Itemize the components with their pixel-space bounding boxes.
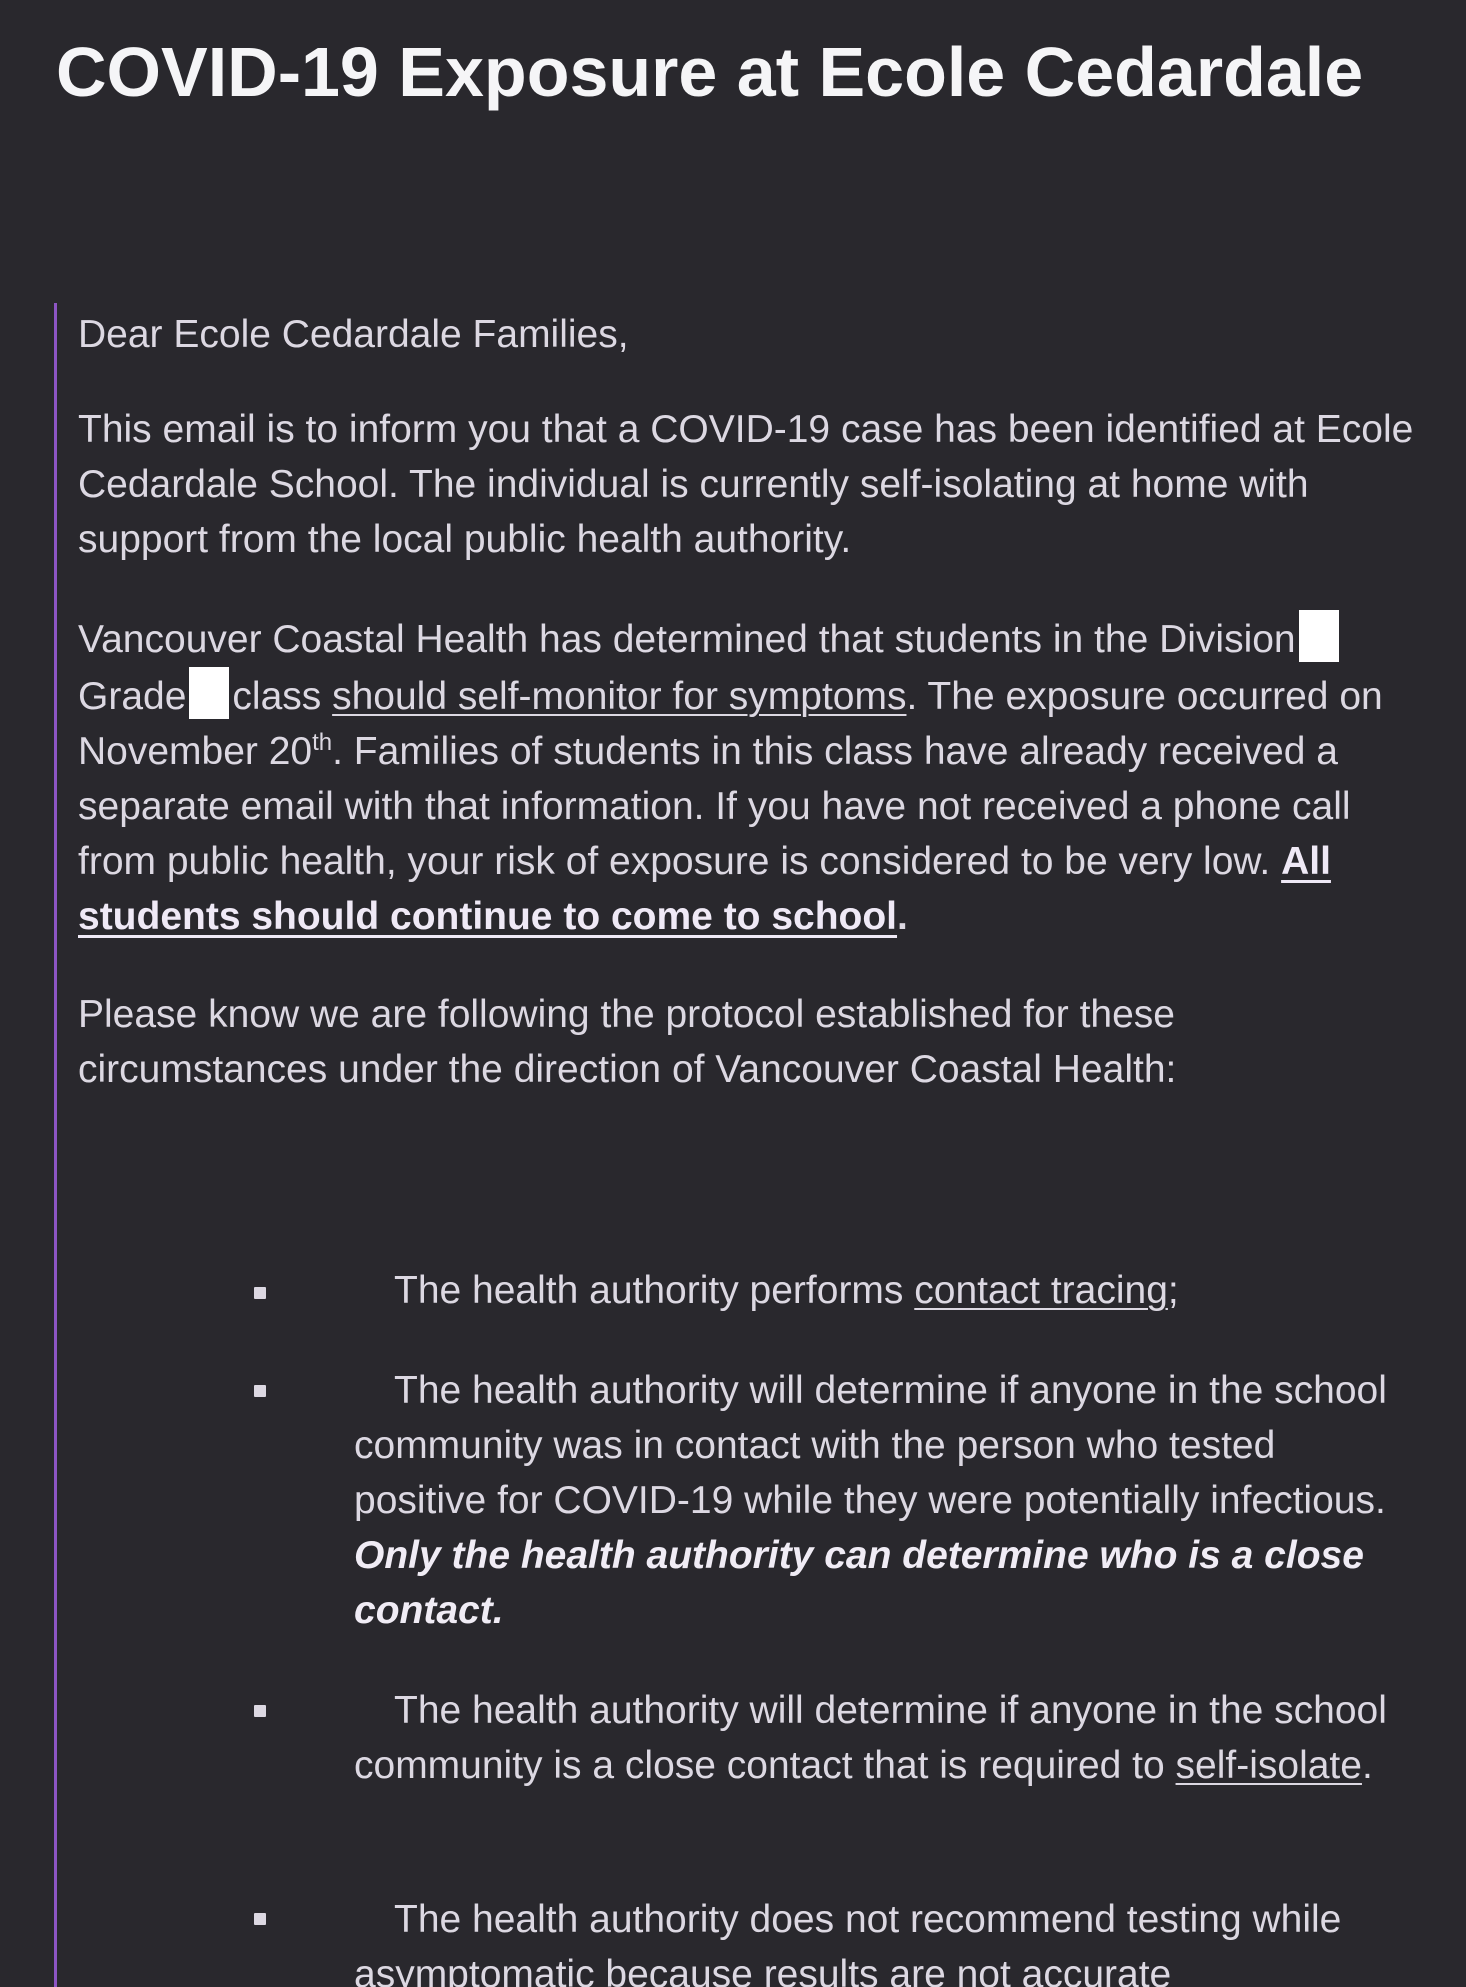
email-subject: COVID-19 Exposure at Ecole Cedardale: [56, 33, 1364, 111]
redacted-division: [1298, 610, 1339, 662]
list-item-self-isolate: The health authority will determine if a…: [354, 1683, 1404, 1793]
list-item-text: The health authority does not recommend …: [354, 1898, 1342, 1987]
paragraph-protocol: Please know we are following the protoco…: [78, 993, 1177, 1091]
list-item-determine-contact: The health authority will determine if a…: [354, 1363, 1404, 1638]
bullet-marker: [254, 1287, 266, 1299]
exposure-text-1: Vancouver Coastal Health has determined …: [78, 618, 1296, 661]
greeting: Dear Ecole Cedardale Families,: [78, 313, 629, 356]
self-monitor-link[interactable]: should self-monitor for symptoms: [332, 675, 906, 718]
exposure-date-suffix: th: [312, 729, 333, 756]
bullet-marker: [254, 1705, 266, 1717]
list-item-testing: The health authority does not recommend …: [354, 1892, 1404, 1987]
paragraph-case-notice: This email is to inform you that a COVID…: [78, 408, 1414, 561]
paragraph-exposure: Vancouver Coastal Health has determined …: [78, 610, 1423, 944]
exposure-text-6: .: [897, 895, 908, 938]
exposure-text-3: class: [232, 675, 322, 718]
exposure-text-2: Grade: [78, 675, 187, 718]
redacted-grade: [189, 667, 230, 719]
email-body: Dear Ecole Cedardale Families, This emai…: [78, 307, 1423, 1097]
bullet-marker: [254, 1385, 266, 1397]
bullet-marker: [254, 1913, 266, 1925]
list-item-contact-tracing: The health authority performs contact tr…: [354, 1263, 1404, 1318]
quote-bar: [54, 303, 57, 1987]
list-item-emphasis: Only the health authority can determine …: [354, 1534, 1364, 1632]
email-view: COVID-19 Exposure at Ecole Cedardale Dea…: [0, 0, 1466, 1987]
contact-tracing-link[interactable]: contact tracing: [914, 1269, 1168, 1312]
self-isolate-link[interactable]: self-isolate: [1176, 1744, 1362, 1787]
list-item-text: The health authority performs: [394, 1269, 904, 1312]
list-item-punct: .: [1361, 1744, 1373, 1787]
list-item-text: The health authority will determine if a…: [354, 1369, 1387, 1522]
list-item-punct: ;: [1167, 1269, 1179, 1312]
